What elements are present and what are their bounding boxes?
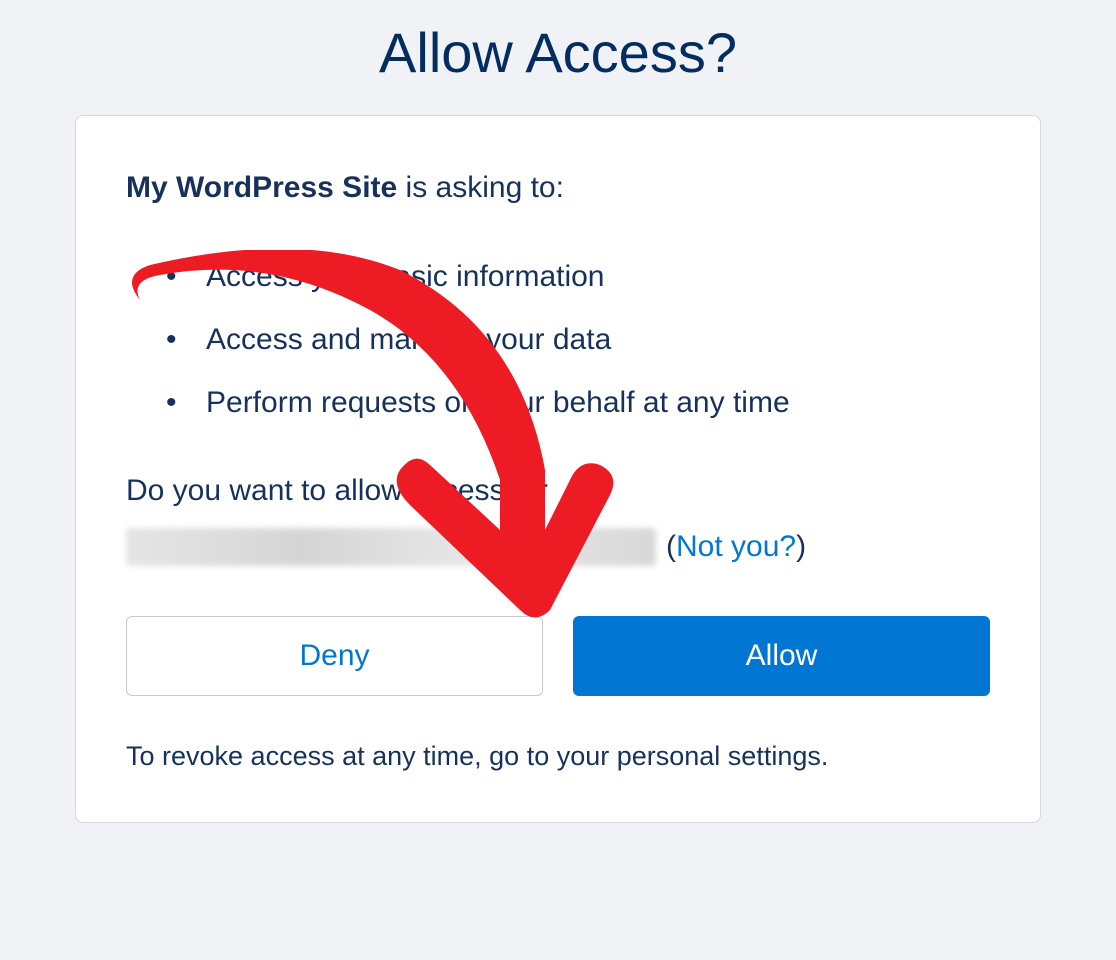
- blurred-user-identifier: [126, 528, 656, 566]
- not-you-link[interactable]: Not you?: [676, 530, 796, 563]
- permissions-list: Access your basic information Access and…: [166, 245, 990, 434]
- allow-button[interactable]: Allow: [573, 616, 990, 696]
- not-you-prefix: (: [666, 530, 676, 563]
- permission-item: Access and manage your data: [166, 308, 990, 371]
- revoke-access-text: To revoke access at any time, go to your…: [126, 741, 990, 772]
- page-title: Allow Access?: [0, 0, 1116, 115]
- allow-question: Do you want to allow access for: [126, 474, 990, 508]
- permission-item: Perform requests on your behalf at any t…: [166, 371, 990, 434]
- asking-text: is asking to:: [397, 171, 564, 204]
- not-you-suffix: ): [796, 530, 806, 563]
- app-name: My WordPress Site: [126, 171, 397, 204]
- not-you-wrapper: (Not you?): [666, 530, 806, 564]
- buttons-row: Deny Allow: [126, 616, 990, 696]
- permission-card: My WordPress Site is asking to: Access y…: [75, 115, 1041, 823]
- asking-line: My WordPress Site is asking to:: [126, 171, 990, 205]
- permission-item: Access your basic information: [166, 245, 990, 308]
- user-identity-line: (Not you?): [126, 528, 990, 566]
- deny-button[interactable]: Deny: [126, 616, 543, 696]
